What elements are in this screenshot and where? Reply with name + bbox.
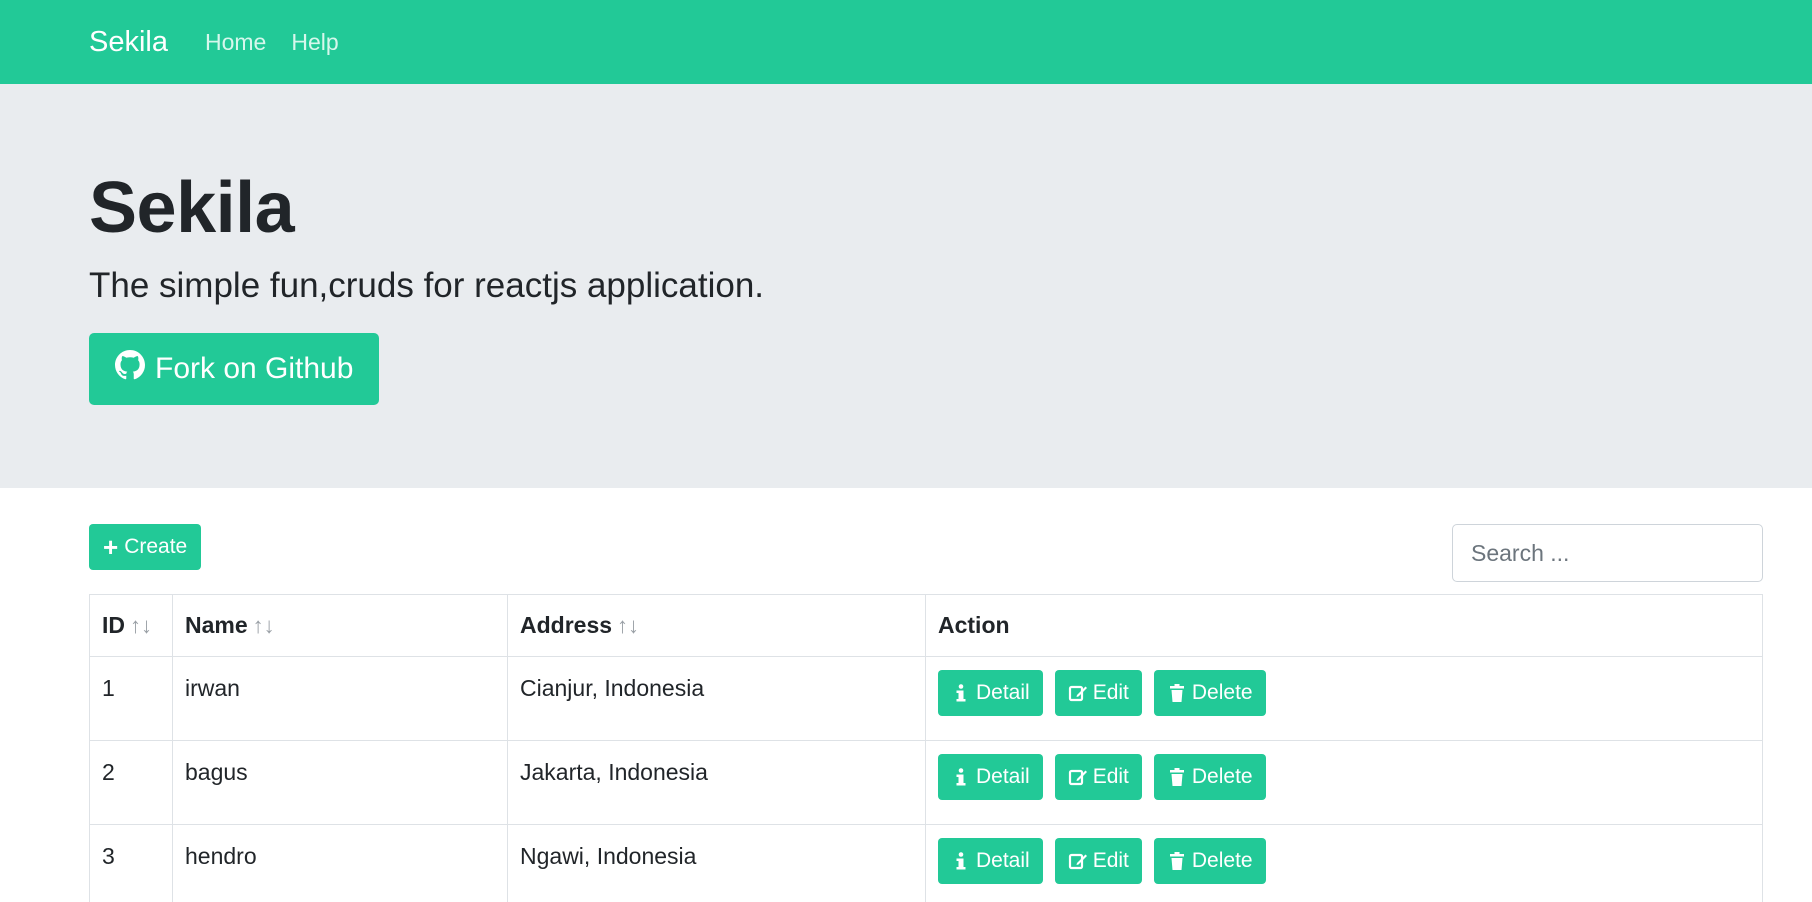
detail-button[interactable]: Detail [938,838,1043,884]
edit-button[interactable]: Edit [1054,754,1142,800]
delete-button[interactable]: Delete [1153,754,1266,800]
edit-icon [1068,767,1088,787]
create-label: Create [124,535,188,558]
cell-actions: Detail Edit Delete [925,656,1763,741]
info-icon [951,683,971,703]
column-header-action: Action [925,594,1763,657]
navbar-brand[interactable]: Sekila [89,26,168,59]
cell-actions: Detail Edit Delete [925,740,1763,825]
edit-button[interactable]: Edit [1054,838,1142,884]
info-icon [951,851,971,871]
cell-address: Jakarta, Indonesia [507,740,926,825]
sort-icon[interactable]: ↑↓ [130,613,152,638]
navbar: Sekila Home Help [0,0,1812,84]
detail-button[interactable]: Detail [938,754,1043,800]
crud-section: + Create ID↑↓ Name↑↓ Address↑↓ Action 1 [0,488,1812,902]
trash-icon [1167,851,1187,871]
cell-name: irwan [172,656,508,741]
edit-button[interactable]: Edit [1054,670,1142,716]
fork-github-button[interactable]: Fork on Github [89,333,380,405]
trash-icon [1167,683,1187,703]
delete-button[interactable]: Delete [1153,838,1266,884]
nav-link-home[interactable]: Home [205,29,266,56]
cell-name: bagus [172,740,508,825]
search-input[interactable] [1452,524,1763,582]
edit-icon [1068,683,1088,703]
hero-title: Sekila [89,168,295,248]
hero-section: Sekila The simple fun,cruds for reactjs … [0,84,1812,488]
hero-lead: The simple fun,cruds for reactjs applica… [89,266,765,305]
fork-github-label: Fork on Github [155,352,354,385]
table-row: 3 hendro Ngawi, Indonesia Detail Edit De… [89,824,1763,902]
cell-id: 2 [89,740,173,825]
nav-link-help[interactable]: Help [291,29,338,56]
table-row: 2 bagus Jakarta, Indonesia Detail Edit D… [89,740,1763,825]
sort-icon[interactable]: ↑↓ [253,613,275,638]
table-header-row: ID ↑↓ Name ↑↓ Address ↑↓ Action [89,594,1763,657]
cell-id: 3 [89,824,173,902]
column-header-id[interactable]: ID ↑↓ [89,594,173,657]
detail-button[interactable]: Detail [938,670,1043,716]
delete-button[interactable]: Delete [1153,670,1266,716]
cell-address: Ngawi, Indonesia [507,824,926,902]
info-icon [951,767,971,787]
toolbar: + Create [89,524,1763,582]
column-header-address[interactable]: Address ↑↓ [507,594,926,657]
table-row: 1 irwan Cianjur, Indonesia Detail Edit D… [89,656,1763,741]
create-button[interactable]: + Create [89,524,202,570]
cell-address: Cianjur, Indonesia [507,656,926,741]
column-header-name[interactable]: Name ↑↓ [172,594,508,657]
plus-icon: + [103,532,119,562]
data-table: ID ↑↓ Name ↑↓ Address ↑↓ Action 1 irwan Cia… [89,594,1763,902]
edit-icon [1068,851,1088,871]
cell-name: hendro [172,824,508,902]
cell-id: 1 [89,656,173,741]
cell-actions: Detail Edit Delete [925,824,1763,902]
sort-icon[interactable]: ↑↓ [617,613,639,638]
github-icon [115,350,155,388]
trash-icon [1167,767,1187,787]
